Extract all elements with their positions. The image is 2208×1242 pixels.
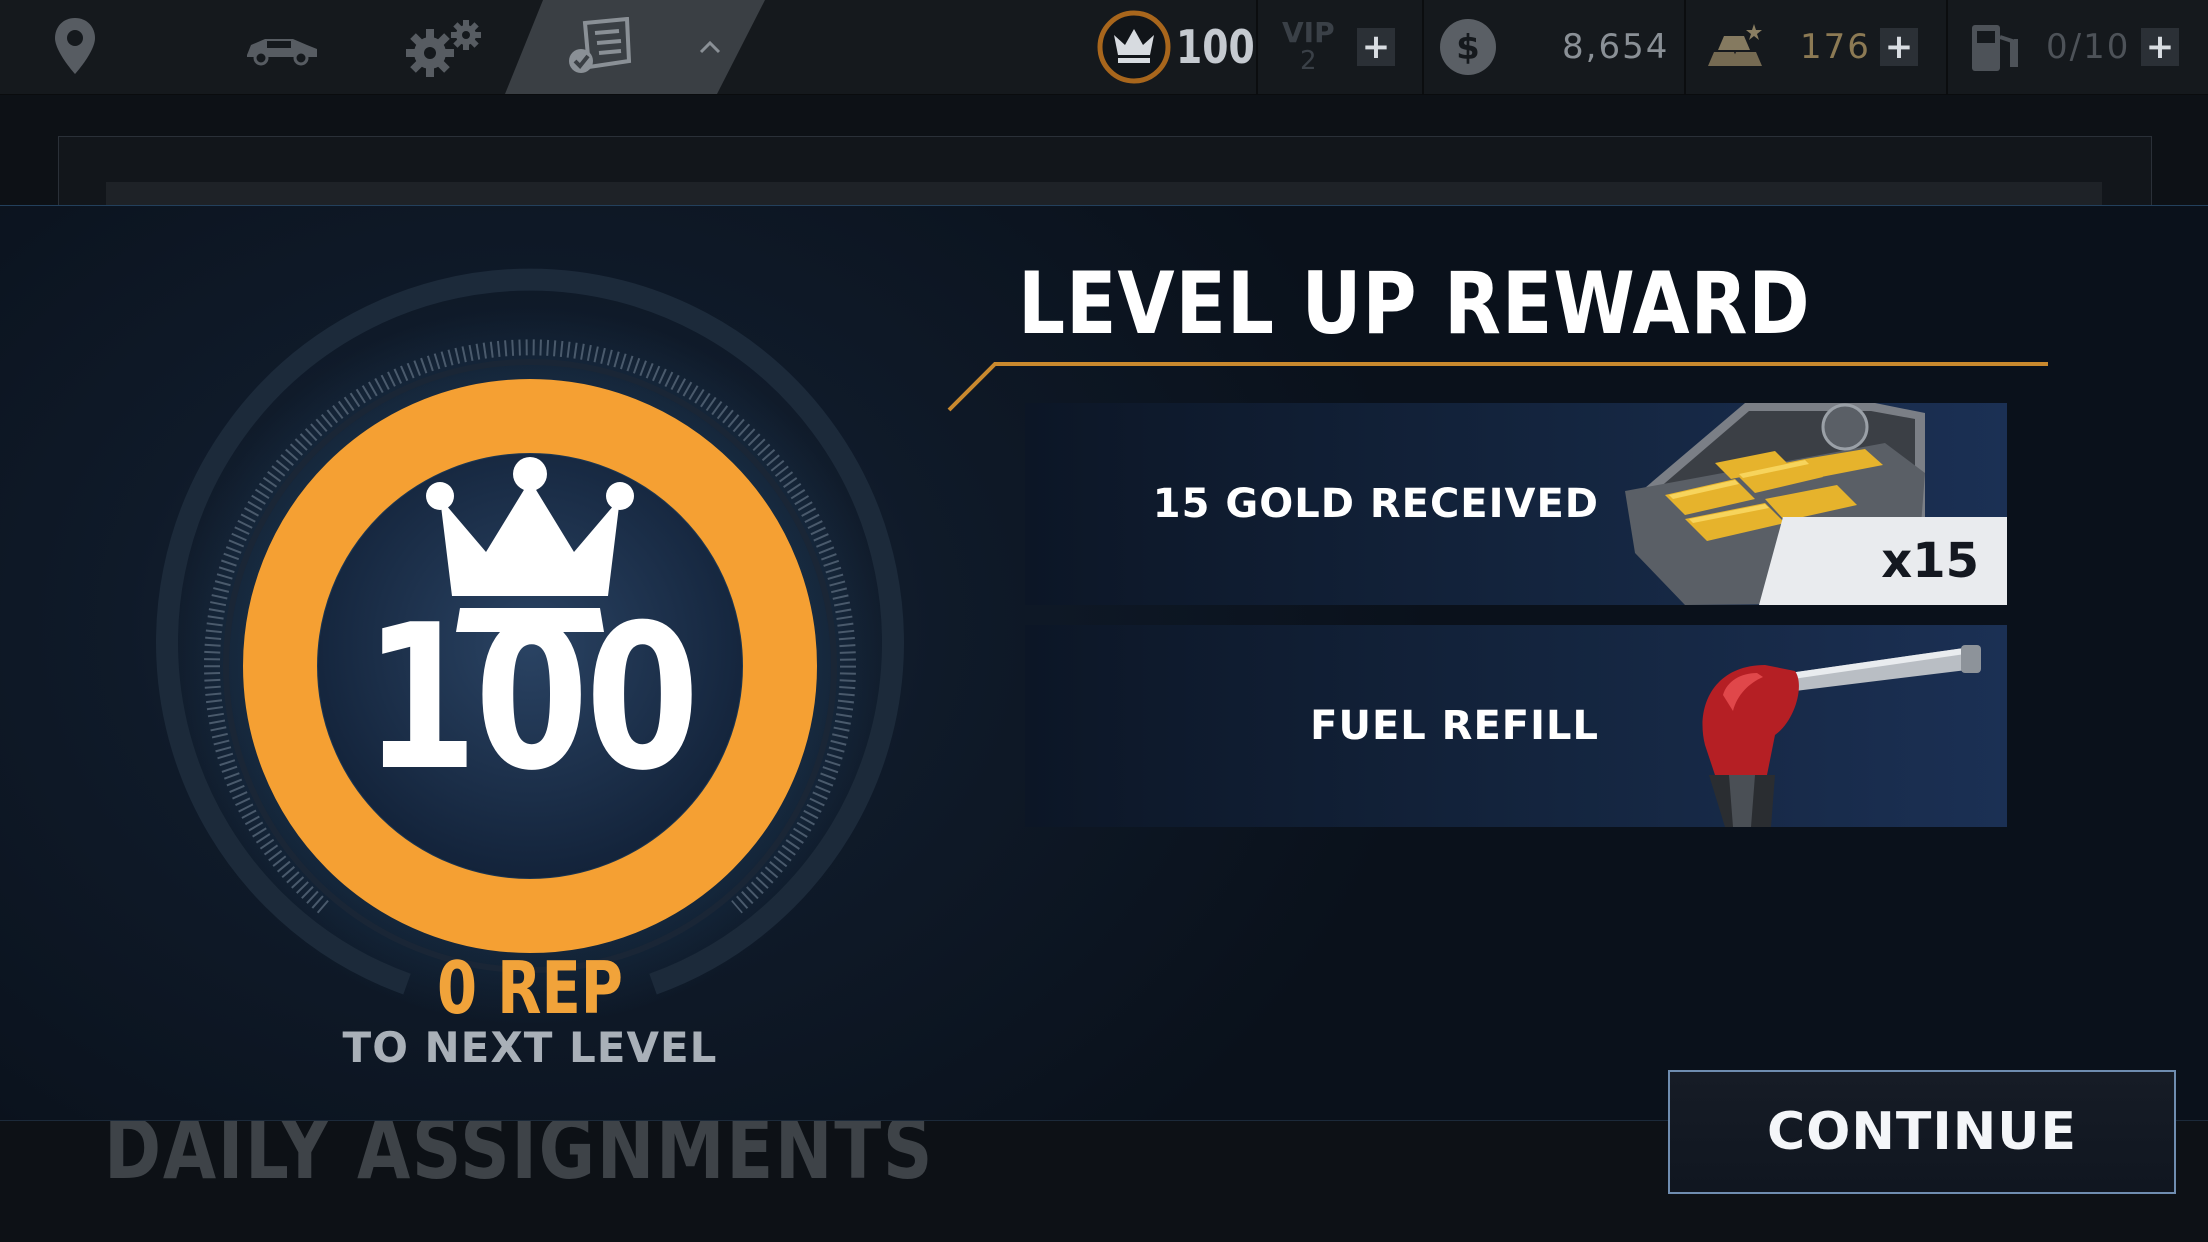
fuel-value-wrap: 0/10: [2046, 0, 2130, 94]
nav-upgrades-button[interactable]: [395, 0, 495, 94]
nav-collapse-button[interactable]: [690, 0, 730, 94]
gold-value: 176: [1800, 27, 1871, 67]
fuel-nozzle-icon: [1702, 645, 1981, 827]
nav-map-button[interactable]: [30, 0, 120, 94]
player-level-display: 100: [1096, 0, 1272, 94]
reward-quantity-badge: x15: [1759, 517, 2007, 605]
chevron-up-icon: [699, 40, 721, 54]
vip-display: VIP 2: [1282, 0, 1335, 94]
fuel-value: 0/10: [2046, 27, 2131, 67]
gold-add-button[interactable]: +: [1880, 28, 1918, 66]
vip-label: VIP: [1282, 16, 1335, 49]
level-up-modal: 100 0 REP TO NEXT LEVEL LEVEL UP REWARD …: [0, 205, 2208, 1121]
rep-value: 0 REP: [436, 946, 624, 1030]
map-pin-icon: [55, 18, 95, 74]
gears-icon: [406, 20, 481, 77]
cash-value-wrap: 8,654: [1562, 0, 1669, 94]
dollar-coin-icon: $: [1440, 19, 1496, 75]
nav-garage-button[interactable]: [222, 0, 340, 94]
plus-icon: +: [1361, 27, 1391, 67]
fuel-add-button[interactable]: +: [2141, 28, 2179, 66]
modal-title: LEVEL UP REWARD: [1018, 254, 1811, 354]
continue-button-label: CONTINUE: [1767, 1102, 2077, 1162]
svg-text:$: $: [1456, 28, 1480, 68]
gold-display: [1702, 0, 1766, 94]
continue-button[interactable]: CONTINUE: [1668, 1070, 2176, 1194]
fuel-display: [1968, 0, 2022, 94]
car-icon: [247, 39, 317, 66]
rep-label: TO NEXT LEVEL: [342, 1023, 718, 1072]
reward-card-fuel: FUEL REFILL: [1025, 625, 2007, 827]
assignments-checklist-icon: [569, 17, 632, 73]
vip-level: 2: [1300, 46, 1317, 76]
level-number: 100: [363, 582, 700, 815]
plus-icon: +: [2145, 27, 2175, 67]
crown-badge-icon: [1097, 10, 1171, 84]
top-bar: 100 VIP 2 + $ 8,654 176 + 0/10 +: [0, 0, 2208, 95]
gold-value-wrap: 176: [1800, 0, 1871, 94]
nav-assignments-button[interactable]: [560, 0, 640, 94]
reward-card-gold: 15 GOLD RECEIVED x15: [1025, 403, 2007, 605]
fuel-pump-icon: [1972, 25, 2018, 71]
plus-icon: +: [1884, 27, 1914, 67]
cash-display: $: [1438, 0, 1498, 94]
vip-add-button[interactable]: +: [1357, 28, 1395, 66]
gold-bars-icon: [1708, 24, 1762, 66]
reward-label: 15 GOLD RECEIVED: [1152, 481, 1599, 527]
cash-value: 8,654: [1562, 27, 1670, 67]
reward-label: FUEL REFILL: [1310, 703, 1599, 749]
player-level-value: 100: [1176, 20, 1255, 74]
